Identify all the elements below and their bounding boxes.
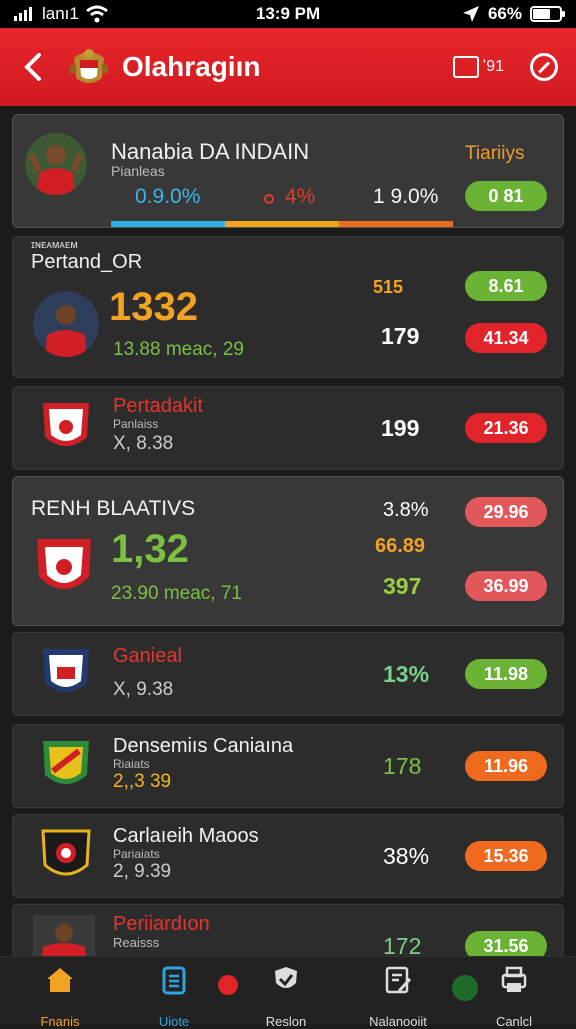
odds-pill[interactable]: 0 81 xyxy=(465,181,547,211)
notification-dot xyxy=(218,975,238,995)
main-stat: 13% xyxy=(383,661,430,687)
list-item[interactable]: Ganieal X, 9.38 13% 11.98 xyxy=(12,632,564,716)
main-stat: 178 xyxy=(383,753,422,779)
club-name: Ganieal xyxy=(113,645,182,667)
signal-icon xyxy=(14,7,32,21)
shield-check-icon xyxy=(275,967,297,988)
club-crest-icon xyxy=(41,829,91,876)
club-stat-line: 2, 9.39 xyxy=(113,861,172,882)
cancel-circle-icon[interactable] xyxy=(530,53,558,81)
odds-pill[interactable]: 15.36 xyxy=(465,841,547,871)
player-subtitle: Reaisss xyxy=(113,935,160,950)
tab-vote[interactable]: Uiote xyxy=(134,965,214,1029)
odds-pill[interactable]: 11.98 xyxy=(465,659,547,689)
edit-document-icon xyxy=(385,966,412,994)
club-crest-icon xyxy=(43,741,89,784)
tab-region[interactable]: Reslon xyxy=(246,965,326,1029)
club-score: 1,32 xyxy=(111,527,189,571)
record-icon xyxy=(264,194,274,204)
player-stat-line: 13.88 meac, 29 xyxy=(113,339,244,360)
list-item[interactable]: Densemiıs Caniaına Riaiats 2,,3 39 178 1… xyxy=(12,724,564,808)
calendar-icon xyxy=(452,56,479,78)
club-subtitle: Panlaiss xyxy=(113,417,159,431)
club-name: Pertadakit xyxy=(113,395,204,417)
player-score: 1332 xyxy=(109,285,198,329)
wifi-icon xyxy=(85,5,108,23)
stat-1: 3.8% xyxy=(383,499,429,521)
tab-label: Nalanooiit xyxy=(369,1014,427,1029)
battery-percent: 66% xyxy=(487,4,522,23)
stat-2: 66.89 xyxy=(375,535,426,557)
stat-percent-3: 1 9.0% xyxy=(373,185,439,208)
list-item[interactable]: Carlaıeih Maoos Pariaiats 2, 9.39 38% 15… xyxy=(12,814,564,898)
odds-pill-1[interactable]: 8.61 xyxy=(465,271,547,301)
club-stat-line: X, 9.38 xyxy=(113,679,174,700)
club-stat-line: X, 8.38 xyxy=(113,433,174,454)
tab-label: Canlcl xyxy=(495,1014,533,1029)
tag-label: Tiariiys xyxy=(465,143,525,164)
main-stat: 38% xyxy=(383,843,430,869)
club-name: Densemiıs Caniaına xyxy=(113,735,294,757)
tab-home[interactable]: Fnanis xyxy=(20,965,100,1029)
player-name: Pertand_OR xyxy=(31,251,143,273)
club-subtitle: Pariaiats xyxy=(113,847,160,861)
chevron-left-icon xyxy=(24,53,41,81)
list-item[interactable]: RENH BLAATIVS 1,32 23.90 meac, 71 3.8% 6… xyxy=(12,476,564,626)
odds-pill-2[interactable]: 41.34 xyxy=(465,323,547,353)
carrier-name: lanı1 xyxy=(42,4,79,23)
odds-pill-2[interactable]: 36.99 xyxy=(465,571,547,601)
player-avatar xyxy=(25,133,87,195)
list-item[interactable]: Pertadakit Panlaiss X, 8.38 199 21.36 xyxy=(12,386,564,470)
printer-icon xyxy=(501,966,527,992)
stat-percent-1: 0.9.0% xyxy=(135,185,201,208)
club-subtitle: Riaiats xyxy=(113,757,150,771)
player-name: Nanabia DA INDAIN xyxy=(111,139,310,164)
clock: 13:9 PM xyxy=(255,4,321,23)
club-stat-line: 23.90 meac, 71 xyxy=(111,583,242,604)
odds-pill[interactable]: 21.36 xyxy=(465,413,547,443)
clipboard-icon xyxy=(162,966,186,995)
list-item[interactable]: Periiardıon Reaisss 172 31.56 xyxy=(12,904,564,965)
main-stat: 199 xyxy=(381,415,420,441)
tab-label: Uiote xyxy=(158,1014,190,1029)
club-crest-icon xyxy=(43,649,89,692)
main-stat: 179 xyxy=(381,323,420,349)
player-subtitle: Pianleas xyxy=(111,163,165,179)
section-header: ɪɴᴇᴀᴍᴀᴇᴍ xyxy=(31,239,78,251)
list-item[interactable]: ɪɴᴇᴀᴍᴀᴇᴍ Pertand_OR 1332 13.88 meac, 29 … xyxy=(12,236,564,378)
player-name: Periiardıon xyxy=(113,913,210,935)
tab-cancel[interactable]: Canlcl xyxy=(474,965,554,1029)
status-bar: lanı1 13:9 PM 66% xyxy=(0,0,576,28)
club-name: Carlaıeih Maoos xyxy=(113,825,259,847)
tab-notifications[interactable]: Nalanooiit xyxy=(358,965,438,1029)
club-crest-icon xyxy=(37,539,91,589)
club-logo xyxy=(70,49,108,83)
schedule-button[interactable]: ʼ91 xyxy=(452,56,504,78)
stat-3: 397 xyxy=(383,573,422,599)
home-icon xyxy=(47,968,73,992)
schedule-label: ʼ91 xyxy=(482,58,504,75)
small-stat: 515 xyxy=(373,277,404,297)
bottom-tab-bar: Fnanis Uiote Reslon Nalanooiit Canlcl xyxy=(0,956,576,1029)
app-title: Olahragiın xyxy=(122,51,261,82)
battery-icon xyxy=(530,6,565,22)
tab-label: Reslon xyxy=(265,1014,307,1029)
odds-pill[interactable]: 11.96 xyxy=(465,751,547,781)
stat-percent-2: 4% xyxy=(285,185,316,208)
list-item[interactable]: Nanabia DA INDAIN Pianleas 0.9.0% 4% 1 9… xyxy=(12,114,564,228)
club-crest-icon xyxy=(43,403,89,446)
progress-bar xyxy=(111,221,453,227)
club-stat-line: 2,,3 39 xyxy=(113,771,172,792)
location-arrow-icon xyxy=(462,6,479,22)
odds-pill-1[interactable]: 29.96 xyxy=(465,497,547,527)
tab-label: Fnanis xyxy=(40,1014,80,1029)
club-name: RENH BLAATIVS xyxy=(31,497,196,520)
player-avatar xyxy=(33,291,99,357)
app-bar: Olahragiın ʼ91 xyxy=(0,28,576,106)
back-button[interactable] xyxy=(18,47,48,87)
